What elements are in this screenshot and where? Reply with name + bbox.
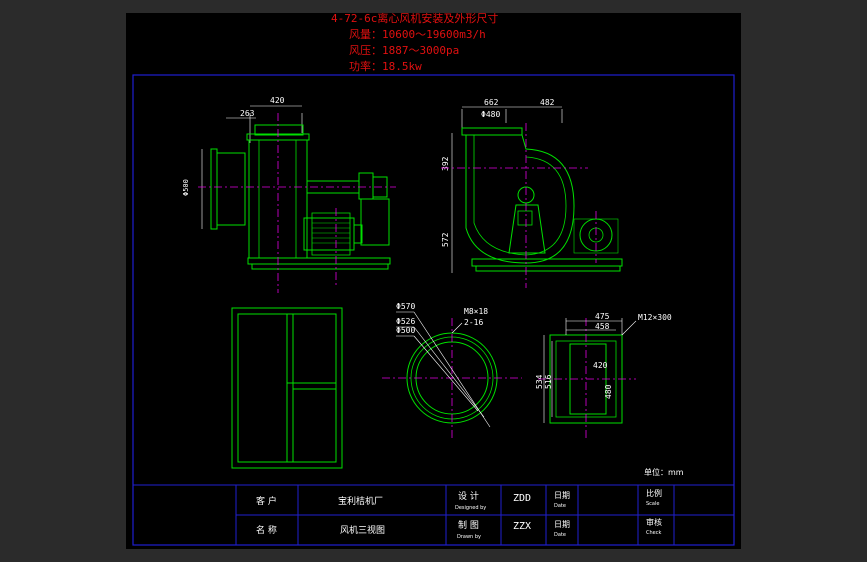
outlet-box-view xyxy=(231,307,343,469)
check-label: 审核 xyxy=(646,517,662,527)
outlet-flange-view: 475 458 420 534 516 480 M12×300 xyxy=(535,312,672,438)
side-view: 420 263 Φ500 xyxy=(182,96,396,293)
outlet-dim-h1: 534 xyxy=(535,374,544,389)
scale-label: 比例 xyxy=(646,488,662,498)
date-label-2: 日期 xyxy=(554,520,570,529)
date-label-1: 日期 xyxy=(554,491,570,500)
inlet-flange-view: Φ570 Φ526 Φ500 M8×18 2-16 xyxy=(382,302,522,438)
date-sub-1: Date xyxy=(554,503,566,509)
draw-value: ZZX xyxy=(513,521,531,532)
check-sub: Check xyxy=(646,530,661,536)
flange-holes: 2-16 xyxy=(464,318,483,327)
design-sub: Designed by xyxy=(455,505,486,511)
client-value: 宝利桔机厂 xyxy=(338,495,383,507)
name-label: 名 称 xyxy=(256,524,277,536)
header-title: 4-72-6c离心风机安装及外形尺寸 xyxy=(331,13,498,25)
title-block: 客 户 宝利桔机厂 名 称 风机三视图 设 计 Designed by ZDD … xyxy=(133,484,734,545)
flange-bolt: M8×18 xyxy=(464,307,488,316)
outlet-dim-h-inner: 480 xyxy=(604,384,613,399)
side-dim-height: Φ500 xyxy=(182,179,190,196)
outlet-dim-w2: 458 xyxy=(595,322,610,331)
draw-label: 制 图 xyxy=(458,519,479,531)
outlet-dim-h2: 516 xyxy=(544,374,553,389)
drawing-canvas[interactable]: 4-72-6c离心风机安装及外形尺寸 风量：10600～19600m3/h 风压… xyxy=(126,11,741,549)
design-label: 设 计 xyxy=(458,490,479,502)
header-flow: 风量：10600～19600m3/h xyxy=(349,28,486,41)
outlet-bolt: M12×300 xyxy=(638,313,672,322)
outlet-dim-w1: 475 xyxy=(595,312,610,321)
design-value: ZDD xyxy=(513,493,531,504)
side-dim-top: 420 xyxy=(270,96,285,105)
front-dim-e: 572 xyxy=(441,232,450,247)
header-power: 功率：18.5kw xyxy=(349,59,422,73)
flange-dim-d3: Φ500 xyxy=(396,326,415,335)
date-sub-2: Date xyxy=(554,532,566,538)
side-dim-left: 263 xyxy=(240,109,255,118)
front-dim-d: 392 xyxy=(441,156,450,171)
flange-dim-d1: Φ570 xyxy=(396,302,415,311)
front-dim-a: 662 xyxy=(484,98,499,107)
cad-drawing: 4-72-6c离心风机安装及外形尺寸 风量：10600～19600m3/h 风压… xyxy=(132,11,735,546)
draw-sub: Drawn by xyxy=(457,534,481,540)
front-view: 662 482 Φ480 392 572 xyxy=(441,98,623,288)
front-dim-c: Φ480 xyxy=(481,110,500,119)
front-dim-b: 482 xyxy=(540,98,555,107)
outlet-dim-w-inner: 420 xyxy=(593,361,608,370)
flange-dim-d2: Φ526 xyxy=(396,317,415,326)
scale-sub: Scale xyxy=(646,501,659,507)
client-label: 客 户 xyxy=(256,495,277,507)
unit-label: 单位：mm xyxy=(644,467,684,477)
name-value: 风机三视图 xyxy=(340,524,385,536)
header-pressure: 风压：1887～3000pa xyxy=(349,44,459,57)
